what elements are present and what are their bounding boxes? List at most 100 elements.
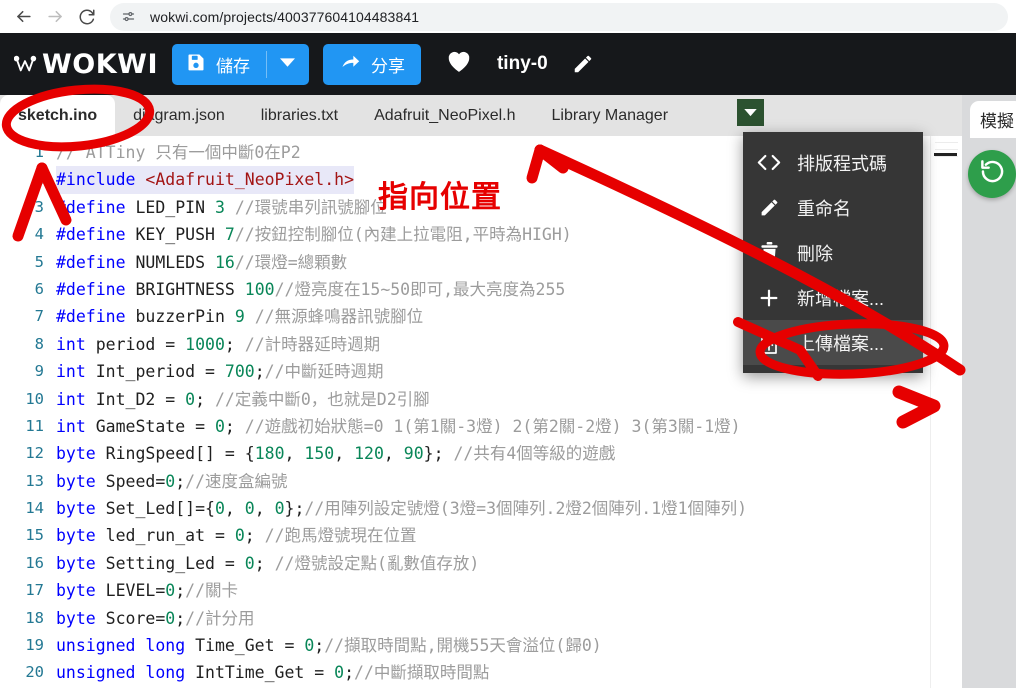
code-token: //跑馬燈號現在位置 — [264, 526, 417, 546]
tab-overflow-button[interactable] — [737, 99, 764, 126]
address-bar[interactable]: wokwi.com/projects/400377604104483841 — [110, 2, 1008, 31]
code-token: byte — [56, 553, 96, 573]
code-token: 150 — [304, 444, 335, 464]
code-token: Speed= — [95, 471, 166, 491]
code-token: byte — [56, 444, 96, 464]
code-token: 0 — [185, 389, 196, 409]
menu-item-upload-file[interactable]: 上傳檔案... — [743, 320, 923, 365]
restart-simulation-button[interactable] — [968, 150, 1016, 198]
code-token: 0 — [244, 499, 255, 519]
tab-libraries-txt[interactable]: libraries.txt — [243, 95, 356, 136]
code-token: 0 — [214, 416, 225, 436]
code-token: ; — [195, 389, 215, 409]
forward-arrow-icon[interactable] — [40, 2, 70, 32]
simulation-rail: 模擬 — [962, 95, 1016, 688]
code-token: KEY_PUSH — [125, 225, 225, 245]
code-token: unsigned long — [56, 663, 186, 683]
tab-simulation[interactable]: 模擬 — [970, 101, 1016, 138]
back-arrow-icon[interactable] — [8, 2, 38, 32]
tab-label: libraries.txt — [260, 106, 339, 124]
site-settings-icon[interactable] — [116, 5, 140, 29]
code-text: #define BRIGHTNESS 100//燈亮度在15~50即可,最大亮度… — [56, 276, 565, 303]
url-text: wokwi.com/projects/400377604104483841 — [150, 8, 420, 25]
menu-item-new-file[interactable]: 新增檔案... — [743, 275, 923, 320]
code-line: 20 unsigned long IntTime_Get = 0;//中斷擷取時間… — [0, 659, 962, 686]
minimap-line — [935, 142, 958, 143]
line-number: 11 — [25, 416, 44, 435]
line-number: 10 — [25, 389, 44, 408]
tab-sketch-ino[interactable]: sketch.ino — [0, 95, 116, 136]
code-token: ; — [175, 471, 186, 491]
code-token: Set_Led[]={ — [95, 499, 215, 519]
save-button-group[interactable]: 儲存 — [171, 43, 309, 85]
share-arrow-icon — [339, 52, 361, 77]
code-line: 17 byte LEVEL=0;//關卡 — [0, 577, 962, 604]
code-text: int GameState = 0; //遊戲初始狀態=0 1(第1關-3燈) … — [56, 413, 741, 440]
menu-item-label: 排版程式碼 — [797, 153, 887, 174]
pencil-icon — [757, 197, 781, 218]
menu-item-delete[interactable]: 刪除 — [743, 230, 923, 275]
code-token: ; — [314, 636, 325, 656]
code-token: 700 — [224, 362, 255, 382]
code-token: 0 — [234, 526, 245, 546]
tab-adafruit-neopixel-h[interactable]: Adafruit_NeoPixel.h — [356, 95, 533, 136]
code-token: int — [56, 416, 86, 436]
code-token: NUMLEDS — [125, 252, 215, 272]
editor-minimap[interactable] — [930, 136, 962, 688]
file-context-menu: 排版程式碼 重命名 刪除 新增檔案... 上傳檔案... — [743, 132, 923, 373]
code-token: 180 — [254, 444, 285, 464]
code-token: int — [56, 334, 86, 354]
code-token: 100 — [244, 279, 275, 299]
code-token: byte — [56, 471, 96, 491]
menu-item-format-code[interactable]: 排版程式碼 — [743, 140, 923, 185]
caret-down-icon — [744, 104, 757, 122]
project-name: tiny-0 — [496, 53, 548, 74]
code-token: //速度盒編號 — [185, 471, 288, 491]
share-button[interactable]: 分享 — [322, 43, 421, 85]
heart-icon[interactable] — [445, 48, 473, 80]
code-text: byte Speed=0;//速度盒編號 — [56, 468, 288, 495]
tab-library-manager[interactable]: Library Manager — [534, 95, 687, 136]
code-token: 16 — [214, 252, 235, 272]
code-token: //用陣列設定號燈(3燈=3個陣列.2燈2個陣列.1燈1個陣列) — [304, 499, 748, 519]
line-number: 17 — [25, 581, 44, 600]
code-token: int — [56, 389, 86, 409]
code-token: led_run_at = — [95, 526, 235, 546]
wokwi-logo[interactable]: WOKWI — [14, 49, 158, 80]
share-button-label: 分享 — [370, 56, 405, 76]
code-token: GameState = — [85, 416, 215, 436]
minimap-marker — [934, 153, 957, 156]
code-text: #define NUMLEDS 16//環燈=總顆數 — [56, 249, 347, 276]
code-line: 11 int GameState = 0; //遊戲初始狀態=0 1(第1關-3燈… — [0, 413, 962, 440]
chevron-down-icon — [280, 55, 296, 73]
code-token: , — [284, 444, 305, 464]
code-text: byte Score=0;//計分用 — [56, 605, 255, 632]
app-header: WOKWI 儲存 分享 tiny-0 — [0, 33, 1016, 95]
line-number: 20 — [25, 663, 44, 682]
code-token: 0 — [244, 553, 255, 573]
code-token: #define — [56, 225, 126, 245]
code-token: 0 — [214, 499, 225, 519]
code-token: LED_PIN — [125, 197, 215, 217]
tab-label: diagram.json — [133, 106, 225, 124]
tab-diagram-json[interactable]: diagram.json — [115, 95, 243, 136]
line-number: 14 — [25, 499, 44, 518]
code-token: 0 — [334, 663, 345, 683]
reload-icon[interactable] — [72, 2, 102, 32]
code-token: 90 — [403, 444, 424, 464]
save-dropdown-button[interactable] — [267, 44, 309, 85]
code-token: //按鈕控制腳位(內建上拉電阻,平時為HIGH) — [234, 225, 572, 245]
code-token: , — [254, 499, 275, 519]
code-token: 3 — [214, 197, 225, 217]
line-number: 13 — [25, 471, 44, 490]
code-token: BRIGHTNESS — [125, 279, 245, 299]
code-text: unsigned long Time_Get = 0;//擷取時間點,開機55天… — [56, 632, 602, 659]
menu-item-label: 重命名 — [797, 198, 851, 219]
code-token: 0 — [304, 636, 315, 656]
line-number: 15 — [25, 526, 44, 545]
pencil-icon[interactable] — [572, 53, 594, 75]
save-button[interactable]: 儲存 — [172, 44, 266, 85]
menu-item-rename[interactable]: 重命名 — [743, 185, 923, 230]
